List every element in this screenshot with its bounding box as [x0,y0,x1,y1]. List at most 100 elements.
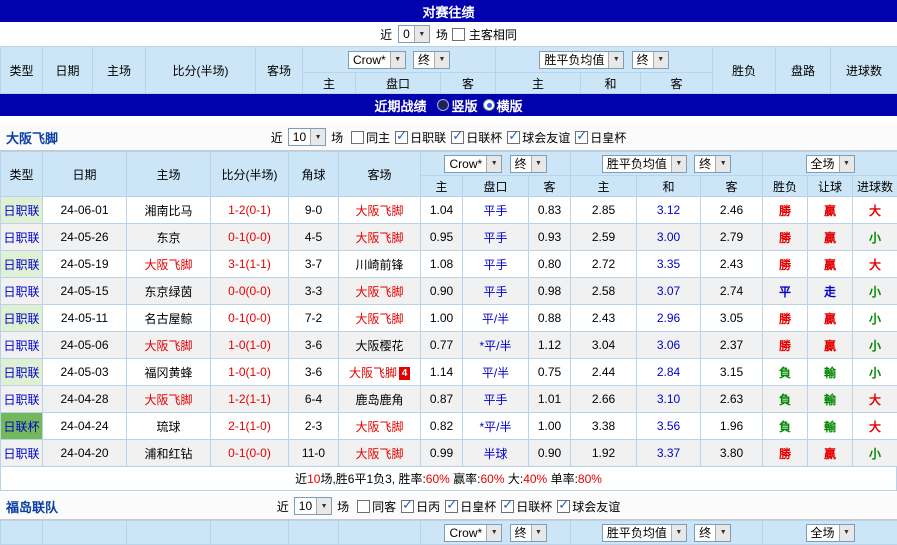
radio-icon[interactable] [437,99,449,111]
league-cell[interactable]: 日职联 [1,359,43,386]
team1-asia-final-select[interactable]: 终 ▼ [510,155,547,173]
league-cell[interactable]: 日职联 [1,278,43,305]
checkbox-icon[interactable] [451,131,464,144]
h2h-asia-final-select[interactable]: 终 ▼ [413,51,450,69]
league-label[interactable]: 日职联 [3,258,39,272]
home-team[interactable]: 湘南比马 [127,197,211,224]
score[interactable]: 1-2(1-1) [211,386,289,413]
league-label[interactable]: 日职联 [3,231,39,245]
team1-europe-select[interactable]: 胜平负均值 ▼ [602,155,687,173]
league-label[interactable]: 日职联 [3,285,39,299]
checkbox-icon[interactable] [445,500,458,513]
checkbox-icon[interactable] [401,500,414,513]
checkbox-icon[interactable] [501,500,514,513]
goals-flag: 大 [853,251,897,278]
away-team[interactable]: 大阪樱花 [339,332,421,359]
league-label[interactable]: 日职联 [3,393,39,407]
filter-item[interactable]: 同主 [351,129,390,146]
away-team[interactable]: 大阪飞脚 [339,197,421,224]
away-team[interactable]: 鹿岛鹿角 [339,386,421,413]
league-label[interactable]: 日联杯 [3,420,39,434]
checkbox-icon[interactable] [557,500,570,513]
away-team[interactable]: 大阪飞脚 [339,305,421,332]
h2h-europe-final-select[interactable]: 终 ▼ [632,51,669,69]
team2-europe-final-select[interactable]: 终 ▼ [694,524,731,542]
team1-near-select[interactable]: 10 ▼ [288,128,326,146]
goals-flag: 小 [853,332,897,359]
home-team[interactable]: 名古屋鲸 [127,305,211,332]
team2-bookmaker-select[interactable]: Crow* ▼ [444,524,502,542]
checkbox-icon[interactable] [357,500,370,513]
team2-near-select[interactable]: 10 ▼ [294,497,332,515]
league-label[interactable]: 日职联 [3,204,39,218]
team2-asia-final-select[interactable]: 终 ▼ [510,524,547,542]
score[interactable]: 1-2(0-1) [211,197,289,224]
score[interactable]: 0-0(0-0) [211,278,289,305]
score[interactable]: 2-1(1-0) [211,413,289,440]
away-team[interactable]: 大阪飞脚 [339,224,421,251]
team1-name[interactable]: 大阪飞脚 [6,128,58,147]
score[interactable]: 0-1(0-0) [211,305,289,332]
h2h-bookmaker-select[interactable]: Crow* ▼ [348,51,406,69]
home-team[interactable]: 浦和红钻 [127,440,211,467]
away-team[interactable]: 川崎前锋 [339,251,421,278]
home-team[interactable]: 东京绿茵 [127,278,211,305]
league-cell[interactable]: 日职联 [1,305,43,332]
team1-europe-final-select[interactable]: 终 ▼ [694,155,731,173]
layout-option[interactable]: 竖版 [437,96,477,115]
home-team[interactable]: 大阪飞脚 [127,386,211,413]
same-venue-checkbox[interactable] [452,28,465,41]
filter-item[interactable]: 球会友谊 [507,129,570,146]
team2-name[interactable]: 福岛联队 [6,497,58,516]
league-label[interactable]: 日职联 [3,339,39,353]
team1-bookmaker-select[interactable]: Crow* ▼ [444,155,502,173]
score[interactable]: 0-1(0-0) [211,224,289,251]
filter-item[interactable]: 日联杯 [501,498,552,515]
home-team[interactable]: 东京 [127,224,211,251]
filter-item[interactable]: 日皇杯 [445,498,496,515]
europe-home-odds: 2.43 [571,305,637,332]
filter-item[interactable]: 同客 [357,498,396,515]
checkbox-icon[interactable] [351,131,364,144]
unit-label: 场 [331,129,343,146]
checkbox-icon[interactable] [507,131,520,144]
filter-item[interactable]: 日联杯 [451,129,502,146]
league-cell[interactable]: 日职联 [1,197,43,224]
score[interactable]: 0-1(0-0) [211,440,289,467]
filter-item[interactable]: 球会友谊 [557,498,620,515]
away-team[interactable]: 大阪飞脚4 [339,359,421,386]
home-team[interactable]: 琉球 [127,413,211,440]
league-cell[interactable]: 日职联 [1,440,43,467]
home-team[interactable]: 大阪飞脚 [127,332,211,359]
score[interactable]: 3-1(1-1) [211,251,289,278]
away-team[interactable]: 大阪飞脚 [339,440,421,467]
europe-odds-group: 胜平负均值 ▼ 终 ▼ [496,47,713,73]
radio-icon[interactable] [483,99,495,111]
checkbox-icon[interactable] [575,131,588,144]
league-cell[interactable]: 日联杯 [1,413,43,440]
league-label[interactable]: 日职联 [3,447,39,461]
team2-scope-select[interactable]: 全场 ▼ [806,524,855,542]
away-team[interactable]: 大阪飞脚 [339,278,421,305]
league-cell[interactable]: 日职联 [1,251,43,278]
summary-segment: 40% [523,472,547,486]
filter-item[interactable]: 日职联 [395,129,446,146]
away-team[interactable]: 大阪飞脚 [339,413,421,440]
home-team[interactable]: 福冈黄蜂 [127,359,211,386]
score[interactable]: 1-0(1-0) [211,332,289,359]
h2h-near-select[interactable]: 0 ▼ [398,25,430,43]
filter-item[interactable]: 日皇杯 [575,129,626,146]
league-label[interactable]: 日职联 [3,366,39,380]
league-cell[interactable]: 日职联 [1,332,43,359]
team1-scope-select[interactable]: 全场 ▼ [806,155,855,173]
h2h-europe-select[interactable]: 胜平负均值 ▼ [539,51,624,69]
league-cell[interactable]: 日职联 [1,386,43,413]
filter-item[interactable]: 日丙 [401,498,440,515]
home-team[interactable]: 大阪飞脚 [127,251,211,278]
checkbox-icon[interactable] [395,131,408,144]
team2-europe-select[interactable]: 胜平负均值 ▼ [602,524,687,542]
league-label[interactable]: 日职联 [3,312,39,326]
layout-option[interactable]: 横版 [483,96,523,115]
score[interactable]: 1-0(1-0) [211,359,289,386]
league-cell[interactable]: 日职联 [1,224,43,251]
